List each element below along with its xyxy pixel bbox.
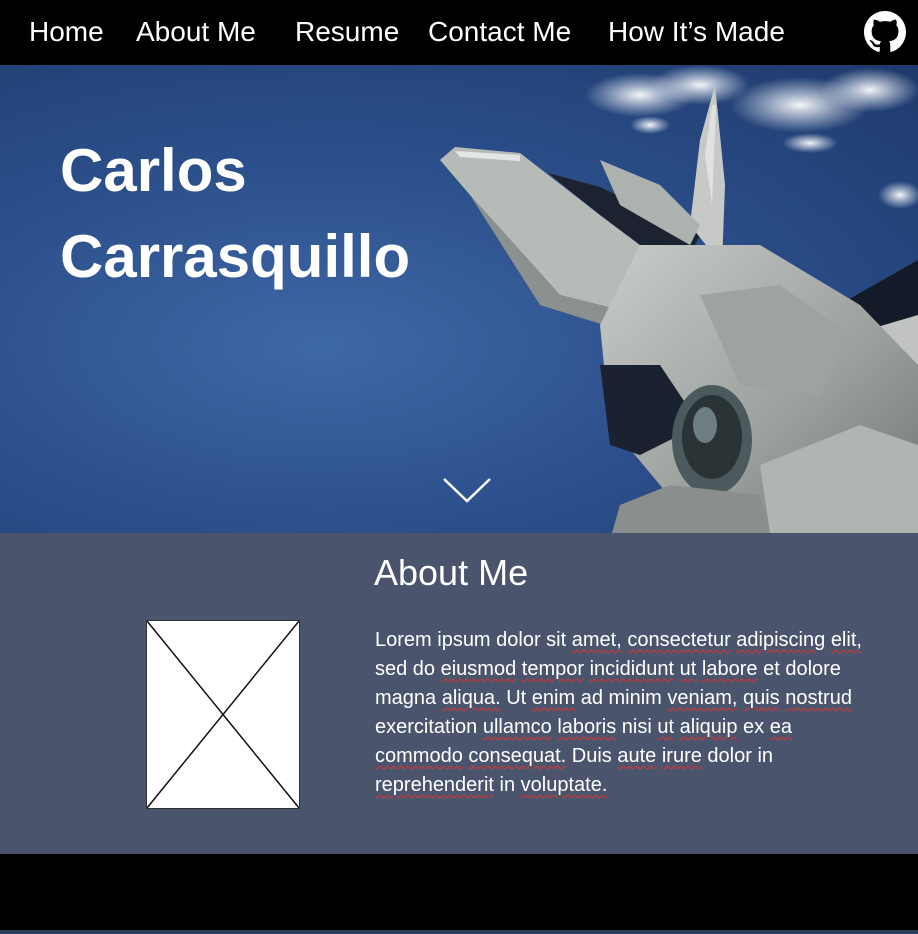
about-section: About Me Lorem ipsum dolor sit amet, con… [0,533,918,854]
hero-banner: Carlos Carrasquillo [0,65,918,533]
nav-home[interactable]: Home [29,14,104,50]
page: Home About Me Resume Contact Me How It’s… [0,0,918,934]
about-title: About Me [374,552,529,593]
hero-name-last: Carrasquillo [60,223,411,290]
jet [440,85,918,533]
nav-how-its-made[interactable]: How It’s Made [608,14,785,50]
hero-name-first: Carlos [60,137,247,204]
github-icon[interactable] [864,11,906,53]
about-paragraph: Lorem ipsum dolor sit amet, consectetur … [375,629,862,796]
hero-name: Carlos Carrasquillo [60,128,410,300]
image-placeholder-icon [146,620,300,809]
nav-resume[interactable]: Resume [295,14,399,50]
chevron-down-icon[interactable] [441,475,493,505]
nav-contact-me[interactable]: Contact Me [428,14,571,50]
footer [0,854,918,932]
top-nav: Home About Me Resume Contact Me How It’s… [0,0,918,65]
nav-about-me[interactable]: About Me [136,14,256,50]
footer-divider [0,930,918,934]
